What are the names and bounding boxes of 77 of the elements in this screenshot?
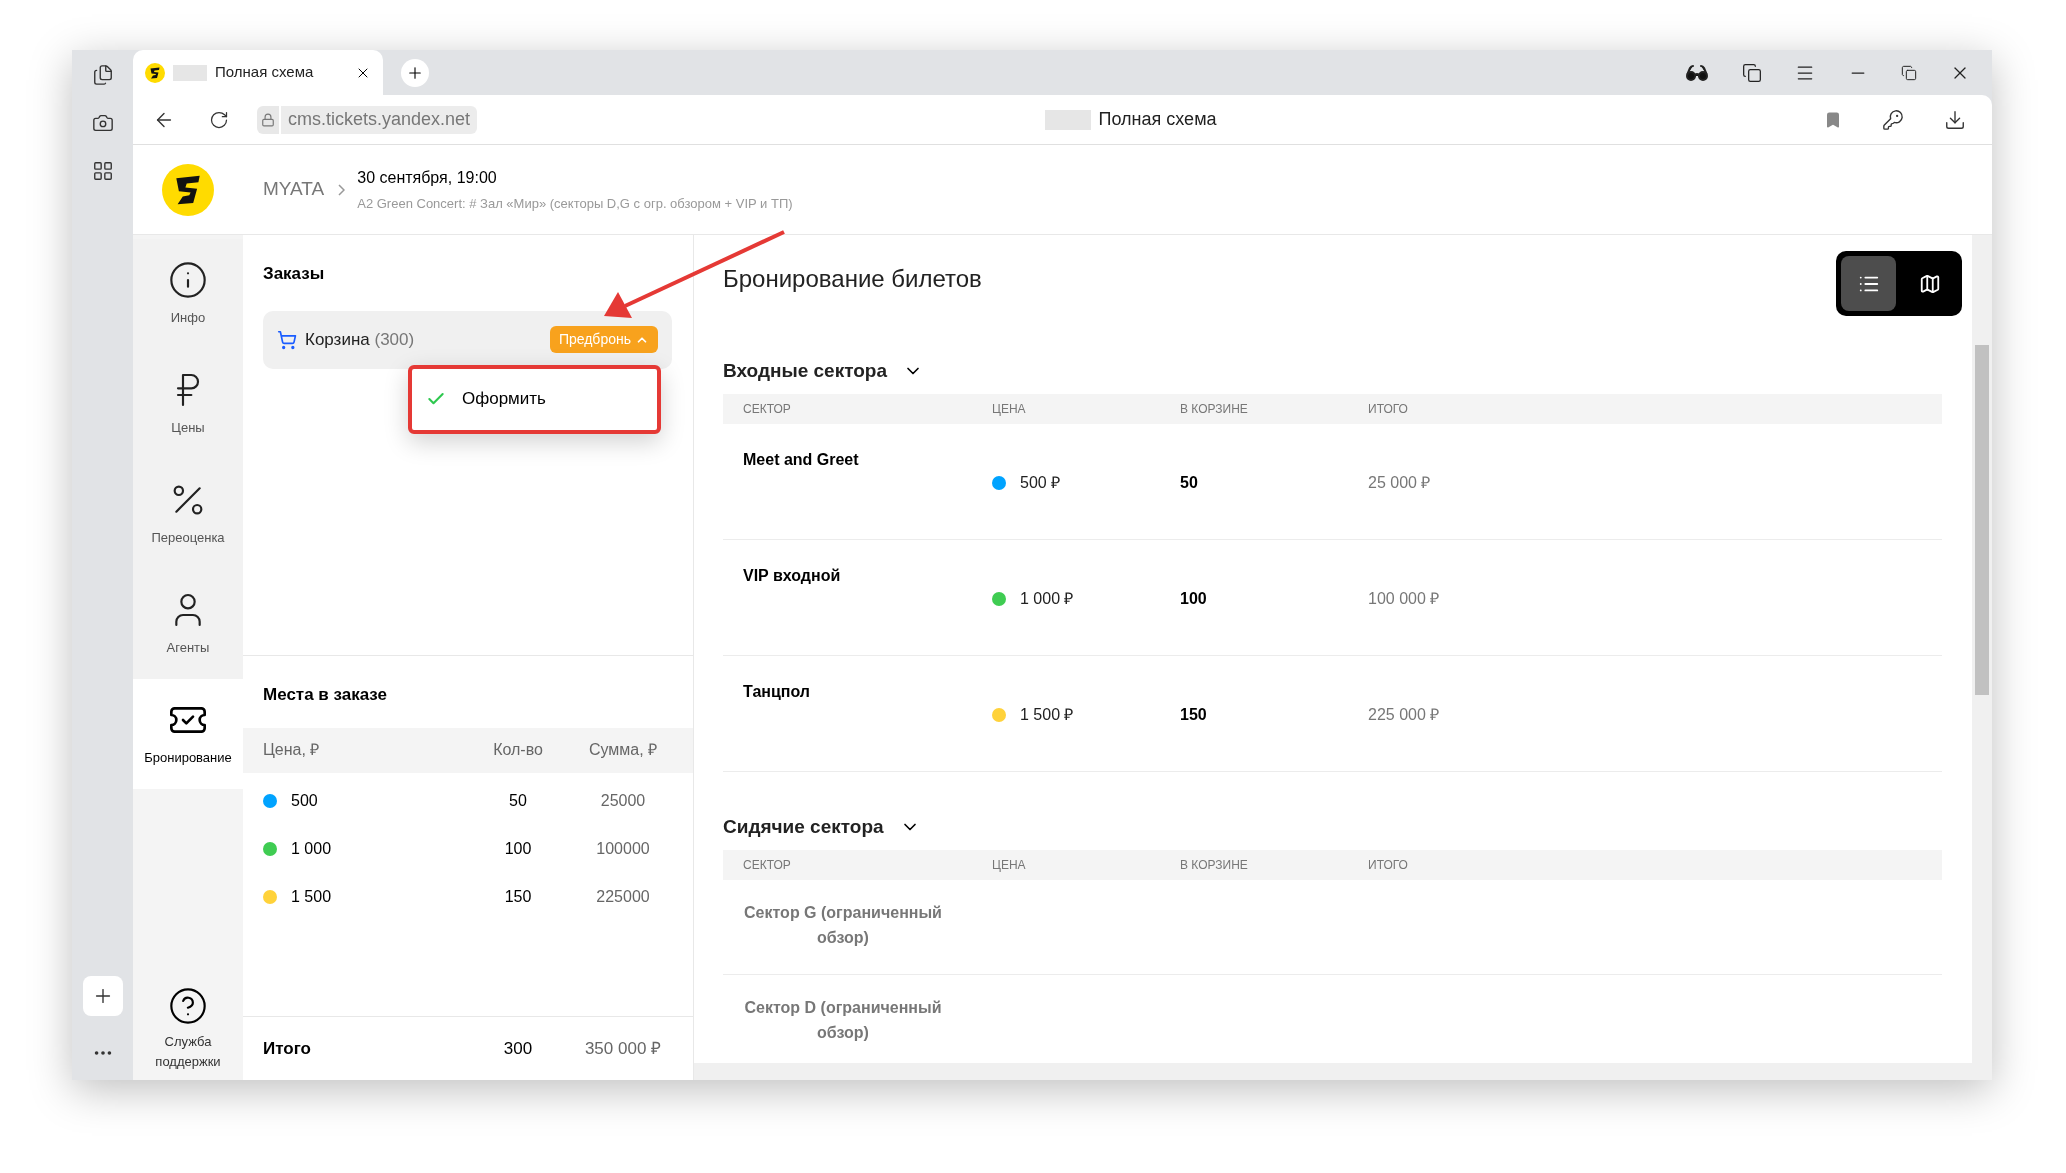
restore-icon[interactable] (1901, 64, 1917, 81)
blurred-favicon (1044, 109, 1091, 130)
table-cell-text: 150 (1180, 705, 1208, 725)
column-header: ЦЕНА (992, 857, 1027, 874)
table-cell-text: 100 (503, 838, 533, 859)
collections-icon[interactable] (1742, 62, 1762, 83)
browser-tab[interactable]: Полная схема (133, 50, 383, 95)
breadcrumb-link[interactable]: MYATA (263, 175, 325, 204)
column-header: В КОРЗИНЕ (1180, 401, 1249, 418)
apps-icon[interactable] (91, 160, 114, 182)
lock-button[interactable] (257, 105, 279, 134)
table-cell-text: 25000 (599, 790, 647, 811)
column-header: ИТОГО (1368, 401, 1408, 418)
event-date: 30 сентября, 19:00 (357, 167, 498, 188)
map-icon (1918, 272, 1941, 295)
table-cell-text: 100 000 ₽ (1368, 589, 1440, 609)
sector-name: Сектор G (ограниченный обзор) (743, 903, 943, 948)
horizontal-scrollbar[interactable] (694, 1063, 1992, 1080)
cart-icon (277, 329, 297, 350)
cart-label: Корзина (300) (305, 328, 415, 351)
tabs-icon[interactable] (91, 64, 114, 86)
screenshot-icon[interactable] (91, 112, 114, 134)
section-title: Места в заказе (262, 684, 389, 706)
sector-name: Танцпол (743, 682, 811, 702)
table-cell-text: 50 (508, 790, 528, 811)
total-quantity: 300 (502, 1037, 534, 1060)
table-cell-text: 225 000 ₽ (1368, 705, 1440, 725)
reload-icon[interactable] (209, 109, 229, 130)
download-icon[interactable] (1944, 108, 1966, 131)
nav-item[interactable]: Бронирование (133, 679, 243, 789)
menu-item[interactable]: Оформить (412, 386, 657, 412)
section-title: Входные сектора (723, 358, 887, 383)
info-icon (168, 260, 208, 301)
logo-icon (162, 163, 214, 216)
table-cell-text: 100 (1180, 589, 1208, 609)
table-cell-text: 500 (291, 790, 318, 811)
table-cell-text: 50 (1180, 473, 1199, 493)
sector-name: Meet and Greet (743, 450, 860, 470)
add-button[interactable] (82, 976, 123, 1016)
chevron-right-icon (338, 183, 346, 196)
key-icon[interactable] (1882, 108, 1904, 131)
column-header: Цена, ₽ (263, 740, 321, 760)
sector-name: VIP входной (743, 566, 842, 586)
blurred-favicon (173, 64, 207, 81)
table-cell-text: 100000 (595, 838, 651, 859)
scrollbar[interactable] (1972, 235, 1992, 1063)
column-header: СЕКТОР (743, 857, 792, 874)
table-cell-text: 225000 (595, 886, 651, 907)
table-cell-text: 1 500 (291, 886, 332, 907)
bookmark-icon[interactable] (1824, 110, 1842, 129)
table-cell-text: 25 000 ₽ (1368, 473, 1431, 493)
column-header: Кол-во (492, 740, 544, 760)
column-header: В КОРЗИНЕ (1180, 857, 1249, 874)
table-cell-text: 1 000 (291, 838, 332, 859)
table-cell-text: 1 500 ₽ (1020, 705, 1074, 725)
list-view-button[interactable] (1841, 256, 1896, 311)
section-title: Заказы (263, 263, 326, 285)
favicon-icon (145, 62, 165, 83)
total-label: Итого (263, 1037, 312, 1060)
event-subtitle: A2 Green Concert: # Зал «Мир» (секторы D,G с огр. обзором + VIP и ТП) (357, 194, 793, 213)
new-tab-button[interactable] (401, 58, 429, 87)
lock-icon (261, 112, 275, 127)
table-cell-text: 500 ₽ (1020, 473, 1061, 493)
column-header: ИТОГО (1368, 857, 1408, 874)
table-cell-text: 150 (503, 886, 533, 907)
column-header: ЦЕНА (992, 401, 1027, 418)
help-icon (168, 986, 208, 1026)
table-cell-text: 1 000 ₽ (1020, 589, 1074, 609)
page-title: Полная схема (1098, 108, 1217, 131)
column-header: СЕКТОР (743, 401, 792, 418)
column-header: Сумма, ₽ (587, 740, 659, 760)
page-title: Бронирование билетов (723, 264, 982, 294)
support-item[interactable]: Служба поддержки (133, 986, 243, 1072)
total-sum: 350 000 ₽ (583, 1037, 663, 1060)
sector-name: Сектор D (ограниченный обзор) (743, 998, 943, 1043)
address-field[interactable]: cms.tickets.yandex.net (281, 105, 478, 134)
section-title: Сидячие сектора (723, 814, 884, 839)
